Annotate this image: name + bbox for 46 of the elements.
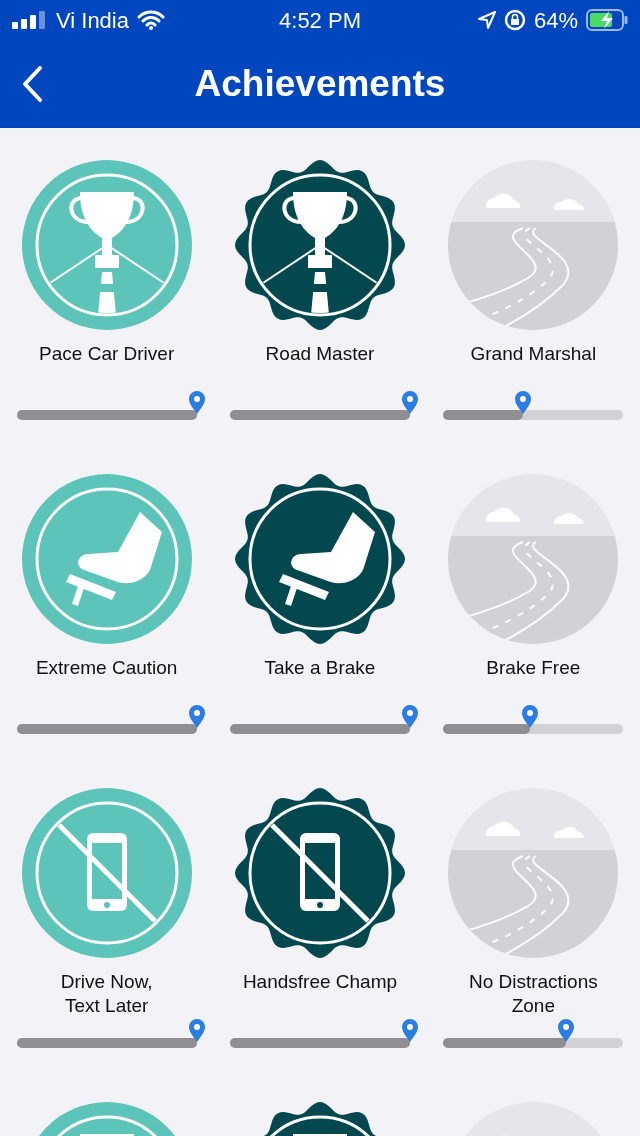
badge-locked-icon xyxy=(448,788,619,958)
status-time: 4:52 PM xyxy=(278,6,362,35)
map-pin-icon xyxy=(401,1019,419,1043)
achievement-title: Take a Brake xyxy=(264,656,376,680)
map-pin-icon xyxy=(520,705,539,729)
achievement-card[interactable]: Take a Brake xyxy=(213,474,427,756)
round-badge-icon xyxy=(21,474,192,644)
map-pin-icon xyxy=(187,705,206,729)
achievement-card[interactable]: Extreme Caution xyxy=(0,474,214,756)
signal-icon xyxy=(12,11,48,29)
location-arrow-icon xyxy=(477,11,496,29)
back-icon xyxy=(20,65,44,103)
achievement-card[interactable]: No Distractions Zone xyxy=(426,788,640,1070)
map-pin-icon xyxy=(401,391,419,415)
map-pin-icon xyxy=(187,1019,206,1043)
rotation-lock-icon xyxy=(503,9,526,31)
map-pin-icon xyxy=(556,1019,575,1043)
achievement-title: Grand Marshal xyxy=(470,342,597,366)
achievement-card[interactable]: Pace Car Driver xyxy=(0,160,214,442)
achievement-card[interactable]: Drive Now, Text Later xyxy=(0,788,214,1070)
achievement-title: Handsfree Champ xyxy=(242,970,398,994)
badge-locked-icon xyxy=(448,160,619,330)
battery-percent: 64% xyxy=(533,6,578,35)
seal-badge-icon xyxy=(235,474,405,644)
badge-locked-icon xyxy=(448,474,619,644)
achievement-title: Road Master xyxy=(265,342,375,366)
seal-badge-icon xyxy=(235,788,405,958)
seal-badge-icon xyxy=(235,160,405,330)
round-badge-icon xyxy=(21,788,192,958)
wifi-icon xyxy=(137,10,165,30)
achievement-card[interactable]: Grand Marshal xyxy=(426,160,640,442)
achievement-title: Drive Now, Text Later xyxy=(60,970,153,1018)
achievement-title: Brake Free xyxy=(486,656,581,680)
map-pin-icon xyxy=(187,391,206,415)
map-pin-icon xyxy=(401,705,419,729)
achievement-title: Pace Car Driver xyxy=(39,342,175,366)
carrier-name: Vi India xyxy=(56,6,129,35)
achievement-card[interactable]: Road Master xyxy=(213,160,427,442)
round-badge-icon xyxy=(21,160,192,330)
achievement-card[interactable]: Brake Free xyxy=(426,474,640,756)
page-title: Achievements xyxy=(194,62,446,107)
map-pin-icon xyxy=(513,391,532,415)
achievement-title: Extreme Caution xyxy=(35,656,178,680)
achievement-title: No Distractions Zone xyxy=(468,970,598,1018)
achievement-card[interactable]: Handsfree Champ xyxy=(213,788,427,1070)
battery-charging-icon xyxy=(586,9,628,31)
